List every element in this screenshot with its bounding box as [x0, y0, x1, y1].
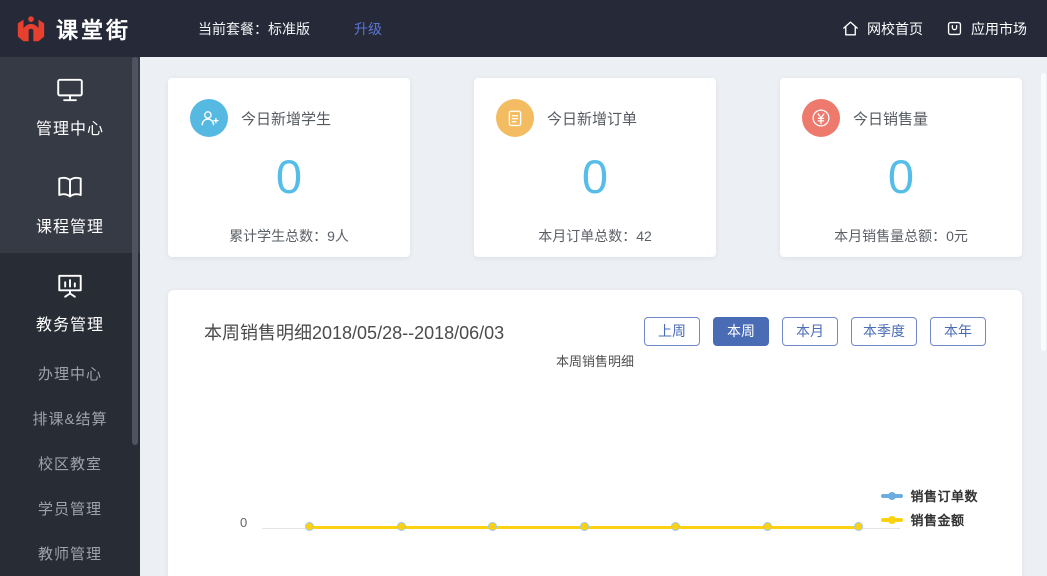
sidebar-item-teacher-management[interactable]: 教师管理: [0, 531, 140, 576]
tab-this-month[interactable]: 本月: [782, 317, 838, 347]
page-scrollbar[interactable]: [1041, 73, 1046, 351]
sidebar: 管理中心 课程管理 教务管理 办理中心 排课&结算 校区教室 学员管理 教师管理…: [0, 57, 140, 576]
add-student-icon: [190, 99, 228, 137]
chart-title: 本周销售明细: [555, 354, 634, 370]
nav-app-market[interactable]: 应用市场: [945, 19, 1027, 39]
chart-data-point: [671, 522, 680, 532]
sidebar-item-label: 教务管理: [35, 317, 104, 334]
sidebar-scrollbar[interactable]: [132, 57, 138, 445]
tab-this-week[interactable]: 本周: [713, 317, 769, 347]
store-icon: [947, 21, 962, 36]
main-content: 今日新增学生 0 累计学生总数：9人 今日新增订单 0 本月订单总数：42 今日…: [140, 57, 1047, 576]
stat-card-value: 0: [275, 150, 303, 203]
nav-app-market-label: 应用市场: [971, 20, 1027, 37]
sidebar-item-course-management[interactable]: 课程管理: [0, 155, 140, 253]
chart-data-point: [488, 522, 497, 532]
sidebar-item-label: 课程管理: [35, 219, 104, 236]
sidebar-item-student-management[interactable]: 学员管理: [0, 486, 140, 531]
sidebar-item-academic-management[interactable]: 教务管理: [0, 253, 140, 351]
tab-this-quarter[interactable]: 本季度: [851, 317, 917, 347]
stat-cards-row: 今日新增学生 0 累计学生总数：9人 今日新增订单 0 本月订单总数：42 今日…: [140, 57, 1047, 257]
app-logo: 课堂街: [0, 13, 150, 45]
legend-marker-yellow: [881, 515, 904, 524]
upgrade-link[interactable]: 升级: [354, 19, 382, 39]
tab-last-week[interactable]: 上周: [644, 317, 700, 347]
sales-panel-title: 本周销售明细2018/05/28--2018/06/03: [204, 322, 505, 343]
monitor-icon: [57, 78, 83, 102]
chart-data-point: [579, 522, 589, 532]
sidebar-item-processing-center[interactable]: 办理中心: [0, 351, 140, 396]
stat-card-new-orders: 今日新增订单 0 本月订单总数：42: [474, 78, 716, 257]
sidebar-item-label: 管理中心: [35, 121, 104, 138]
sidebar-active-group: 教务管理 办理中心 排课&结算 校区教室 学员管理 教师管理 家校互通: [0, 253, 140, 576]
board-icon: [58, 274, 82, 298]
range-tabs: 上周 本周 本月 本季度 本年: [644, 317, 986, 347]
sidebar-item-campus-classrooms[interactable]: 校区教室: [0, 441, 140, 486]
stat-card-sales: 今日销售量 0 本月销售量总额：0元: [780, 78, 1022, 257]
chart-data-point: [396, 522, 406, 532]
legend-marker-blue: [881, 491, 904, 500]
nav-school-home-label: 网校首页: [867, 20, 923, 37]
stat-card-footer: 本月销售量总额：0元: [834, 227, 968, 244]
data-points: [305, 522, 863, 532]
stat-card-new-students: 今日新增学生 0 累计学生总数：9人: [168, 78, 410, 257]
stat-card-footer: 本月订单总数：42: [538, 227, 652, 244]
order-icon: [496, 99, 534, 137]
stat-card-footer: 累计学生总数：9人: [229, 227, 349, 244]
chart-data-point: [854, 522, 863, 532]
top-header: 课堂街 当前套餐：标准版 升级 网校首页 应用市场: [0, 0, 1047, 57]
sales-chart: 本周销售明细 0 销售订单数 销售金额: [204, 351, 986, 576]
y-axis-tick: 0: [240, 515, 248, 531]
stat-card-value: 0: [581, 150, 609, 203]
chart-data-point: [762, 522, 772, 532]
chart-legend: 销售订单数 销售金额: [881, 486, 978, 534]
book-icon: [58, 176, 82, 198]
logo-icon: [17, 15, 45, 41]
yuan-icon: [802, 99, 840, 137]
stat-card-title: 今日新增学生: [241, 110, 332, 128]
chart-data-point: [305, 522, 314, 532]
stat-card-value: 0: [887, 150, 915, 203]
home-icon: [843, 21, 858, 36]
logo-text: 课堂街: [56, 17, 132, 43]
nav-school-home[interactable]: 网校首页: [841, 19, 923, 39]
legend-label: 销售订单数: [910, 489, 978, 505]
stat-card-title: 今日销售量: [853, 110, 929, 128]
legend-item-order-count[interactable]: 销售订单数: [881, 486, 978, 505]
stat-card-title: 今日新增订单: [547, 110, 638, 128]
current-plan-label: 当前套餐：标准版: [198, 20, 310, 37]
legend-item-sales-amount[interactable]: 销售金额: [881, 510, 978, 529]
sidebar-item-management-center[interactable]: 管理中心: [0, 57, 140, 155]
sidebar-item-scheduling-settlement[interactable]: 排课&结算: [0, 396, 140, 441]
sidebar-submenu: 办理中心 排课&结算 校区教室 学员管理 教师管理 家校互通: [0, 351, 140, 576]
sales-panel: 本周销售明细2018/05/28--2018/06/03 上周 本周 本月 本季…: [168, 290, 1022, 576]
legend-label: 销售金额: [910, 513, 965, 529]
tab-this-year[interactable]: 本年: [930, 317, 986, 347]
